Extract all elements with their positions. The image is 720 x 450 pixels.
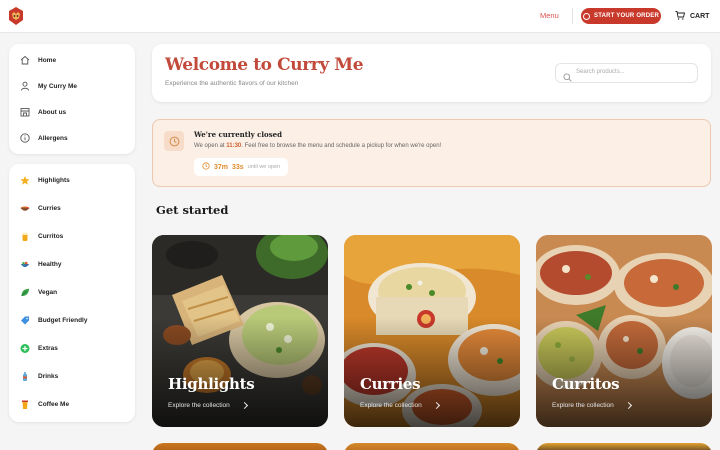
sidebar-item-allergens[interactable]: Allergens — [20, 130, 68, 146]
sidebar-item-label: Home — [38, 56, 57, 64]
collection-card-partial[interactable] — [536, 443, 712, 450]
start-order-button[interactable]: START YOUR ORDER — [581, 8, 661, 24]
bottle-icon — [20, 371, 30, 381]
search-input[interactable]: Search products... — [555, 63, 698, 83]
plus-icon — [20, 343, 30, 353]
store-icon — [20, 107, 30, 117]
sidebar-item-healthy[interactable]: Healthy — [20, 256, 61, 272]
sidebar-main-nav: Home My Curry Me About us Allergens — [9, 44, 135, 154]
search-icon — [563, 69, 572, 87]
countdown-minutes: 37m — [214, 163, 229, 171]
coffee-cup-icon — [20, 399, 30, 409]
tag-icon — [20, 315, 30, 325]
home-icon — [20, 55, 30, 65]
sidebar-item-label: Drinks — [38, 372, 59, 380]
sidebar-item-label: Coffee Me — [38, 400, 70, 408]
collection-card-partial[interactable] — [152, 443, 328, 450]
cart-label: CART — [690, 13, 710, 20]
sidebar-item-label: Curries — [38, 204, 61, 212]
user-icon — [20, 81, 30, 91]
search-placeholder: Search products... — [576, 69, 625, 75]
countdown-timer: 37m 33s until we open — [194, 158, 288, 176]
info-icon — [20, 133, 30, 143]
top-bar: Menu START YOUR ORDER CART — [0, 0, 720, 33]
closed-title: We're currently closed — [194, 130, 283, 139]
welcome-subtitle: Experience the authentic flavors of our … — [165, 80, 299, 87]
sidebar-item-label: My Curry Me — [38, 82, 78, 90]
star-icon — [20, 175, 30, 185]
sidebar-item-label: Vegan — [38, 288, 58, 296]
sidebar-item-budget-friendly[interactable]: Budget Friendly — [20, 312, 87, 328]
chevron-right-icon — [624, 401, 632, 410]
chevron-right-icon — [432, 401, 440, 410]
sidebar-item-my-curry-me[interactable]: My Curry Me — [20, 78, 77, 94]
countdown-seconds: 33s — [232, 163, 244, 171]
page-title: Welcome to Curry Me — [165, 55, 364, 75]
sidebar-item-about-us[interactable]: About us — [20, 104, 66, 120]
closed-message-suffix: . Feel free to browse the menu and sched… — [241, 143, 442, 149]
countdown-suffix: until we open — [247, 164, 281, 170]
open-time: 11:30 — [226, 143, 242, 149]
sidebar-categories: Highlights Curries Curritos Healthy Vega… — [9, 164, 135, 422]
collection-card-curries[interactable]: Curries Explore the collection — [344, 235, 520, 427]
curry-me-logo[interactable] — [7, 6, 25, 26]
sidebar-item-vegan[interactable]: Vegan — [20, 284, 57, 300]
card-title: Curritos — [552, 375, 620, 393]
sidebar-item-coffee-me[interactable]: Coffee Me — [20, 396, 69, 412]
chevron-right-icon — [240, 401, 248, 410]
collection-card-highlights[interactable]: Highlights Explore the collection — [152, 235, 328, 427]
card-link[interactable]: Explore the collection — [168, 401, 248, 410]
collection-card-curritos[interactable]: Curritos Explore the collection — [536, 235, 712, 427]
card-gradient — [536, 317, 712, 427]
healthy-bowl-icon — [20, 259, 30, 269]
card-link[interactable]: Explore the collection — [552, 401, 632, 410]
sidebar-item-home[interactable]: Home — [20, 52, 56, 68]
sidebar-item-label: Healthy — [38, 260, 62, 268]
cart-button[interactable]: CART — [675, 11, 709, 22]
sidebar-item-highlights[interactable]: Highlights — [20, 172, 70, 188]
section-heading: Get started — [156, 203, 229, 217]
card-title: Curries — [360, 375, 421, 393]
collection-card-partial[interactable] — [344, 443, 520, 450]
timer-icon — [202, 162, 210, 172]
sidebar-item-drinks[interactable]: Drinks — [20, 368, 58, 384]
sidebar-item-curritos[interactable]: Curritos — [20, 228, 63, 244]
card-link[interactable]: Explore the collection — [360, 401, 440, 410]
closed-notice: We're currently closed We open at 11:30.… — [152, 119, 711, 187]
closed-message-prefix: We open at — [194, 143, 227, 149]
card-link-label: Explore the collection — [552, 402, 614, 409]
sidebar-item-label: Highlights — [38, 176, 70, 184]
clock-icon — [583, 12, 590, 20]
sidebar-item-label: About us — [38, 108, 67, 116]
cart-icon — [675, 11, 686, 22]
card-link-label: Explore the collection — [360, 402, 422, 409]
clock-icon — [164, 131, 184, 151]
curry-bowl-icon — [20, 203, 30, 213]
sidebar-item-label: Extras — [38, 344, 58, 352]
sidebar-item-extras[interactable]: Extras — [20, 340, 58, 356]
card-gradient — [344, 317, 520, 427]
welcome-card: Welcome to Curry Me Experience the authe… — [152, 44, 711, 102]
start-order-label: START YOUR ORDER — [594, 13, 659, 19]
card-gradient — [152, 317, 328, 427]
nav-menu-link[interactable]: Menu — [540, 11, 559, 20]
sidebar-item-label: Allergens — [38, 134, 68, 142]
currito-icon — [20, 231, 30, 241]
nav-divider — [572, 8, 573, 24]
card-title: Highlights — [168, 375, 255, 393]
closed-message: We open at 11:30. Feel free to browse th… — [194, 143, 441, 149]
sidebar-item-label: Budget Friendly — [38, 316, 88, 324]
sidebar-item-label: Curritos — [38, 232, 64, 240]
leaf-icon — [20, 287, 30, 297]
card-link-label: Explore the collection — [168, 402, 230, 409]
sidebar-item-curries[interactable]: Curries — [20, 200, 61, 216]
